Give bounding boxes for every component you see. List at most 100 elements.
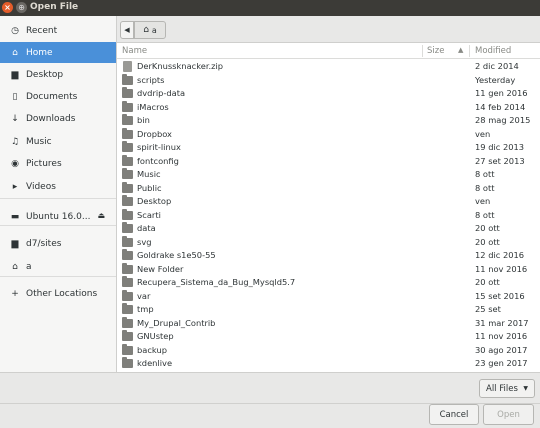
file-modified: 20 ott (475, 236, 500, 247)
folder-icon (122, 303, 133, 314)
file-row[interactable]: Scarti 8 ott (117, 208, 540, 223)
column-name[interactable]: Name (122, 46, 147, 56)
sidebar-item-downloads[interactable]: ↓ Downloads (0, 108, 116, 129)
file-row[interactable]: Dropbox ven (117, 127, 540, 142)
video-icon: ▸ (12, 181, 18, 192)
places-sidebar: ◷ Recent ⌂ Home ▆ Desktop ▯ Documents ↓ Downloads… (0, 16, 117, 372)
file-type-filter[interactable]: All Files ▼ (479, 379, 535, 398)
file-name: Scarti (137, 209, 161, 220)
file-row[interactable]: New Folder 11 nov 2016 (117, 262, 540, 277)
file-modified: 2 dic 2014 (475, 61, 519, 71)
camera-icon: ◉ (11, 158, 19, 169)
file-modified: ven (475, 128, 491, 139)
file-row[interactable]: spirit-linux 19 dic 2013 (117, 141, 540, 155)
file-row[interactable]: Goldrake s1e50-55 12 dic 2016 (117, 249, 540, 263)
file-modified: 19 dic 2013 (475, 142, 525, 152)
window-menu-icon[interactable]: ⊕ (16, 2, 27, 13)
file-row[interactable]: My_Drupal_Contrib 31 mar 2017 (117, 316, 540, 331)
file-modified: 8 ott (475, 209, 495, 220)
folder-icon (122, 87, 133, 98)
path-home-button[interactable]: ⌂ a (134, 21, 166, 39)
file-row[interactable]: var 15 set 2016 (117, 289, 540, 304)
download-icon: ↓ (11, 113, 19, 124)
sidebar-item-other-locations[interactable]: + Other Locations (0, 283, 116, 304)
open-button[interactable]: Open (483, 404, 534, 425)
music-icon: ♫ (10, 136, 20, 147)
column-divider (422, 45, 423, 57)
sidebar-separator (0, 276, 116, 277)
column-modified[interactable]: Modified (475, 46, 511, 56)
file-modified: 8 ott (475, 182, 495, 193)
file-row[interactable]: Recupera_Sistema_da_Bug_Mysqld5.7 20 ott (117, 276, 540, 290)
file-row[interactable]: svg 20 ott (117, 235, 540, 250)
file-row[interactable]: scripts Yesterday (117, 73, 540, 88)
file-modified: 23 gen 2017 (475, 358, 528, 368)
file-name: backup (137, 344, 167, 355)
sidebar-item-ubuntu-16-0[interactable]: ▬ Ubuntu 16.0... ⏏ (0, 206, 116, 227)
sidebar-item-desktop[interactable]: ▆ Desktop (0, 64, 116, 85)
folder-icon (122, 343, 133, 355)
file-name: tmp (137, 304, 154, 314)
sidebar-item-music[interactable]: ♫ Music (0, 131, 116, 152)
file-name: svg (137, 236, 152, 247)
file-name: Music (137, 169, 161, 179)
file-list: Name Size ▲ Modified DerKnussknacker.zip… (117, 43, 540, 372)
sidebar-item-label: Desktop (26, 69, 64, 80)
folder-icon (122, 100, 133, 112)
file-row[interactable]: kdenlive 23 gen 2017 (117, 357, 540, 371)
folder-icon: ▆ (11, 238, 19, 249)
chevron-left-icon: ◀ (124, 26, 130, 34)
sidebar-item-documents[interactable]: ▯ Documents (0, 86, 116, 107)
file-name: Recupera_Sistema_da_Bug_Mysqld5.7 (137, 277, 296, 287)
folder-icon (122, 276, 133, 287)
file-row[interactable]: Desktop ven (117, 195, 540, 209)
sidebar-separator (0, 198, 116, 199)
sidebar-item-d7-sites[interactable]: ▆ d7/sites (0, 233, 116, 254)
folder-icon (122, 114, 133, 125)
folder-icon (122, 195, 133, 206)
file-row[interactable]: bin 28 mag 2015 (117, 114, 540, 128)
path-back-button[interactable]: ◀ (120, 21, 134, 39)
file-row[interactable]: tmp 25 set (117, 303, 540, 317)
file-row[interactable]: fontconfig 27 set 2013 (117, 154, 540, 169)
close-icon[interactable]: × (2, 2, 13, 13)
eject-icon[interactable]: ⏏ (97, 211, 105, 220)
folder-icon (122, 330, 133, 341)
file-modified: 27 set 2013 (475, 155, 525, 166)
file-row[interactable]: dvdrip-data 11 gen 2016 (117, 87, 540, 101)
folder-icon (122, 316, 133, 328)
file-row[interactable]: Music 8 ott (117, 168, 540, 182)
dialog-footer: All Files ▼ Cancel Open (0, 372, 540, 428)
file-name: Goldrake s1e50-55 (137, 250, 216, 260)
file-row[interactable]: Public 8 ott (117, 181, 540, 196)
file-row[interactable]: backup 30 ago 2017 (117, 343, 540, 358)
sidebar-item-label: Home (26, 47, 53, 58)
sidebar-item-recent[interactable]: ◷ Recent (0, 20, 116, 41)
cancel-button[interactable]: Cancel (429, 404, 479, 425)
folder-icon (122, 154, 133, 166)
file-modified: Yesterday (475, 74, 516, 85)
file-row[interactable]: DerKnussknacker.zip 2 dic 2014 (117, 60, 540, 74)
folder-icon: ▆ (11, 69, 19, 80)
file-name: iMacros (137, 101, 169, 112)
file-row[interactable]: data 20 ott (117, 222, 540, 236)
sidebar-item-videos[interactable]: ▸ Videos (0, 176, 116, 197)
clock-icon: ◷ (11, 25, 19, 36)
sidebar-item-pictures[interactable]: ◉ Pictures (0, 153, 116, 174)
sidebar-item-label: Downloads (26, 113, 76, 124)
file-name: New Folder (137, 263, 184, 274)
file-modified: 31 mar 2017 (475, 317, 529, 328)
sidebar-separator (0, 225, 116, 226)
file-row[interactable]: iMacros 14 feb 2014 (117, 100, 540, 115)
folder-icon (122, 357, 133, 368)
file-row[interactable]: GNUstep 11 nov 2016 (117, 330, 540, 344)
file-name: Dropbox (137, 128, 172, 139)
sidebar-item-a[interactable]: ⌂ a (0, 256, 116, 277)
file-name: GNUstep (137, 331, 174, 341)
file-name: data (137, 223, 156, 233)
sidebar-item-label: Videos (26, 181, 56, 192)
file-name: Public (137, 182, 162, 193)
file-modified: 20 ott (475, 223, 500, 233)
sidebar-item-home[interactable]: ⌂ Home (0, 42, 116, 63)
column-size[interactable]: Size (427, 46, 444, 56)
